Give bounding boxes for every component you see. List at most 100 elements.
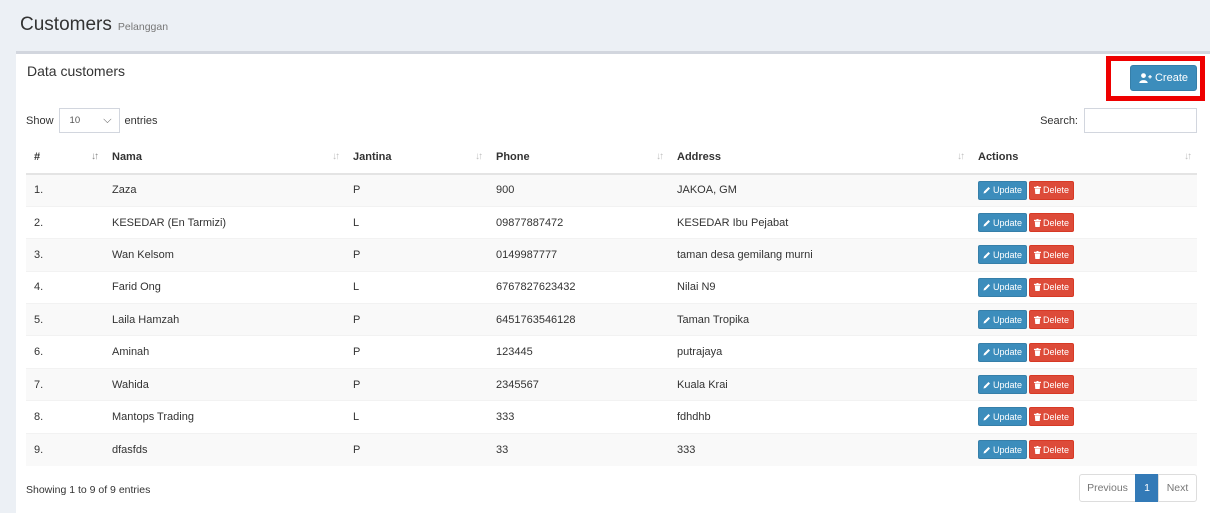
page-title: Customers (20, 14, 112, 35)
update-button[interactable]: Update (978, 407, 1028, 427)
cell-nama: Zaza (104, 173, 345, 207)
update-label: Update (993, 314, 1023, 325)
cell-address: putrajaya (669, 335, 970, 369)
pencil-icon (983, 284, 990, 291)
cell-actions: Update Delete (970, 205, 1197, 239)
cell-phone: 333 (488, 400, 669, 434)
column-header-phone[interactable]: Phone ↓↑ (488, 141, 669, 175)
delete-label: Delete (1043, 347, 1070, 358)
next-button[interactable]: Next (1158, 474, 1197, 502)
cell-phone: 2345567 (488, 367, 669, 401)
trash-icon (1034, 380, 1042, 389)
table-row: 5. Laila Hamzah P 6451763546128 Taman Tropik… (26, 303, 1197, 336)
sort-icon: ↓↑ (1184, 151, 1192, 162)
table-row: 6. Aminah P 123445 putrajaya Update Delete (26, 335, 1197, 369)
update-label: Update (993, 282, 1023, 293)
table-info: Showing 1 to 9 of 9 entries (26, 484, 151, 496)
delete-button[interactable]: Delete (1029, 245, 1075, 265)
cell-jantina: P (345, 303, 488, 336)
search-box: Search: (1040, 108, 1197, 133)
delete-label: Delete (1043, 314, 1070, 325)
cell-no: 6. (26, 335, 104, 369)
column-header-jantina[interactable]: Jantina ↓↑ (345, 141, 488, 175)
cell-actions: Update Delete (970, 173, 1197, 207)
search-input[interactable] (1084, 108, 1197, 133)
cell-actions: Update Delete (970, 238, 1197, 272)
cell-nama: Wan Kelsom (104, 238, 345, 272)
cell-no: 4. (26, 270, 104, 304)
update-button[interactable]: Update (978, 277, 1028, 297)
customers-table: # ↓↑ Nama ↓↑ Jantina ↓↑ Phone ↓↑ Address (26, 141, 1197, 466)
update-label: Update (993, 347, 1023, 358)
update-label: Update (993, 185, 1023, 196)
column-header-actions[interactable]: Actions ↓↑ (970, 141, 1197, 175)
cell-phone: 09877887472 (488, 205, 669, 239)
cell-actions: Update Delete (970, 367, 1197, 401)
pencil-icon (983, 219, 990, 227)
cell-address: JAKOA, GM (669, 173, 970, 207)
delete-label: Delete (1043, 444, 1070, 455)
cell-no: 3. (26, 238, 104, 272)
update-button[interactable]: Update (978, 180, 1028, 200)
table-header-row: # ↓↑ Nama ↓↑ Jantina ↓↑ Phone ↓↑ Address (26, 141, 1197, 175)
cell-nama: dfasfds (104, 432, 345, 466)
delete-label: Delete (1043, 379, 1070, 390)
cell-nama: Aminah (104, 335, 345, 369)
update-label: Update (993, 379, 1023, 390)
show-label: Show (26, 114, 54, 127)
entries-length: Show 10 ⌵ entries (26, 108, 158, 133)
update-button[interactable]: Update (978, 213, 1028, 233)
cell-jantina: P (345, 432, 488, 466)
update-label: Update (993, 444, 1023, 455)
delete-label: Delete (1043, 217, 1070, 228)
cell-address: 333 (669, 432, 970, 466)
delete-button[interactable]: Delete (1029, 440, 1075, 460)
delete-button[interactable]: Delete (1029, 213, 1075, 233)
column-header-address[interactable]: Address ↓↑ (669, 141, 970, 175)
cell-actions: Update Delete (970, 303, 1197, 336)
create-button[interactable]: Create (1130, 65, 1197, 91)
column-header-nama[interactable]: Nama ↓↑ (104, 141, 345, 175)
trash-icon (1034, 283, 1042, 292)
cell-nama: Laila Hamzah (104, 303, 345, 336)
cell-actions: Update Delete (970, 432, 1197, 466)
delete-button[interactable]: Delete (1029, 310, 1075, 330)
delete-button[interactable]: Delete (1029, 375, 1075, 395)
trash-icon (1034, 250, 1042, 259)
entries-select-value: 10 (69, 115, 81, 126)
user-plus-icon (1139, 73, 1152, 83)
update-button[interactable]: Update (978, 375, 1028, 395)
sort-icon: ↓↑ (656, 151, 664, 162)
create-button-label: Create (1154, 72, 1189, 84)
cell-address: fdhdhb (669, 400, 970, 434)
update-button[interactable]: Update (978, 342, 1028, 362)
column-header-no[interactable]: # ↓↑ (26, 141, 104, 175)
update-button[interactable]: Update (978, 245, 1028, 265)
cell-jantina: P (345, 367, 488, 401)
update-button[interactable]: Update (978, 310, 1028, 330)
cell-no: 7. (26, 367, 104, 401)
delete-button[interactable]: Delete (1029, 180, 1075, 200)
cell-no: 1. (26, 173, 104, 207)
sort-icon: ↓↑ (332, 151, 340, 162)
trash-icon (1034, 348, 1042, 357)
delete-label: Delete (1043, 282, 1070, 293)
update-label: Update (993, 411, 1023, 422)
previous-button[interactable]: Previous (1079, 474, 1136, 502)
table-row: 2. KESEDAR (En Tarmizi) L 09877887472 KESEDA… (26, 205, 1197, 239)
cell-phone: 900 (488, 173, 669, 207)
page-1-button[interactable]: 1 (1135, 474, 1159, 502)
delete-button[interactable]: Delete (1029, 407, 1075, 427)
delete-button[interactable]: Delete (1029, 342, 1075, 362)
entries-select[interactable]: 10 ⌵ (58, 108, 120, 133)
cell-jantina: P (345, 335, 488, 369)
search-label: Search: (1040, 114, 1078, 127)
pagination: Previous 1 Next (1079, 474, 1197, 502)
update-label: Update (993, 249, 1023, 260)
cell-nama: KESEDAR (En Tarmizi) (104, 205, 345, 239)
update-button[interactable]: Update (978, 440, 1028, 460)
delete-label: Delete (1043, 249, 1070, 260)
delete-button[interactable]: Delete (1029, 277, 1075, 297)
cell-address: Kuala Krai (669, 367, 970, 401)
pencil-icon (983, 381, 990, 389)
